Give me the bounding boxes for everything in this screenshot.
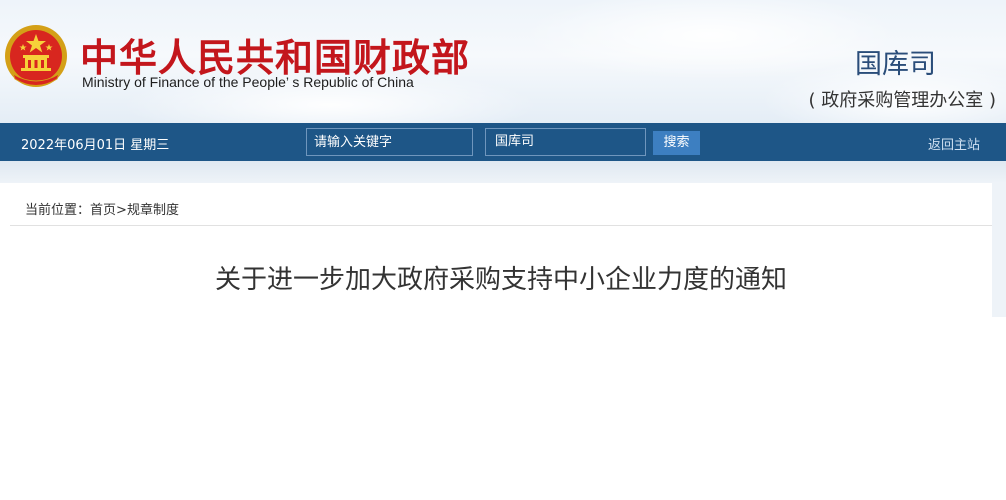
breadcrumb-item-home[interactable]: 首页 [90, 203, 116, 218]
search-button[interactable]: 搜索 [653, 131, 700, 155]
article-title: 关于进一步加大政府采购支持中小企业力度的通知 [214, 265, 787, 295]
department-subtitle: ( 政府采购管理办公室 ) [808, 90, 997, 111]
site-title-en: Ministry of Finance of the People’ s Rep… [82, 74, 414, 90]
national-emblem-icon[interactable] [3, 22, 69, 90]
nav-bar: 2022年06月01日 星期三 国库司 搜索 返回主站 [0, 123, 1006, 161]
site-header: 中华人民共和国财政部 Ministry of Finance of the Pe… [0, 0, 1006, 124]
breadcrumb: 当前位置：首页>规章制度 [25, 199, 179, 218]
header-separator-band [0, 161, 1006, 183]
breadcrumb-divider [10, 225, 992, 226]
breadcrumb-separator: > [116, 203, 127, 218]
return-home-link[interactable]: 返回主站 [928, 134, 980, 153]
page-side-margin [992, 183, 1006, 317]
search-scope-select[interactable]: 国库司 [485, 128, 646, 156]
search-input[interactable] [306, 128, 473, 156]
current-date: 2022年06月01日 星期三 [21, 138, 170, 153]
breadcrumb-prefix: 当前位置： [25, 203, 91, 218]
department-name: 国库司 [855, 49, 936, 80]
breadcrumb-item-regulations[interactable]: 规章制度 [127, 203, 179, 218]
main-content: 当前位置：首页>规章制度 关于进一步加大政府采购支持中小企业力度的通知 [10, 183, 992, 317]
